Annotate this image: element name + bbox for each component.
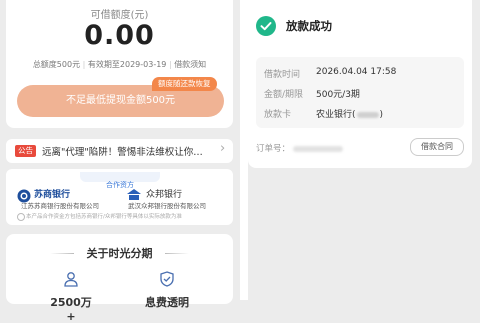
total-limit: 总额度500元 [32, 60, 81, 69]
left-screen: 可借额度(元) 0.00 总额度500元 | 有效期至2029-03-19 | … [0, 0, 240, 323]
right-screen: 放款成功 借款时间 2026.04.04 17:58 金额/期限 500元/3期… [248, 0, 480, 300]
about-stat-users: 2500万+ [50, 296, 92, 323]
limit-restore-badge: 额度随还款恢复 [152, 77, 217, 91]
credit-amount: 0.00 [84, 20, 155, 51]
bank2-logo [126, 187, 142, 201]
contract-button-label: 借款合同 [421, 142, 453, 151]
card-bank-name: 农业银行( [316, 110, 356, 120]
order-label-text: 订单号： [256, 144, 291, 154]
detail-value-amount: 500元/3期 [316, 90, 360, 100]
status-title: 放款成功 [286, 19, 332, 33]
partner-card: 合作资方 苏商银行 江苏苏商银行股份有限公司 众邦银行 武汉众邦银行股份有限公司… [6, 169, 233, 225]
valid-until: 有效期至2029-03-19 [87, 60, 167, 69]
details-panel: 借款时间 2026.04.04 17:58 金额/期限 500元/3期 放款卡 … [256, 57, 464, 128]
bank2-fullname: 武汉众邦银行股份有限公司 [128, 202, 206, 210]
card-number-redacted [356, 111, 379, 118]
about-divider-right [165, 253, 189, 254]
notice-text: 远离"代理"陷阱！警惕非法维权让你从维权... [42, 147, 212, 158]
credit-meta: 总额度500元 | 有效期至2029-03-19 | 借款须知 [32, 60, 207, 69]
order-label: 订单号： [256, 142, 343, 154]
loan-notice-link[interactable]: 借款须知 [174, 60, 206, 69]
detail-label-time: 借款时间 [264, 70, 301, 80]
card-suffix: ) [379, 110, 384, 120]
about-title: 关于时光分期 [86, 247, 153, 260]
notice-tag: 公告 [15, 145, 36, 157]
about-stat-fees: 息费透明 [145, 296, 189, 309]
contract-button[interactable]: 借款合同 [410, 138, 464, 156]
detail-label-amount: 金额/期限 [264, 90, 304, 100]
about-card: 关于时光分期 2500万+ 息费透明 [6, 234, 233, 323]
detail-value-time: 2026.04.04 17:58 [316, 67, 397, 77]
bank2-name: 众邦银行 [146, 190, 183, 200]
credit-card: 可借额度(元) 0.00 总额度500元 | 有效期至2029-03-19 | … [6, 0, 233, 128]
user-icon [63, 271, 79, 287]
loan-result-card: 放款成功 借款时间 2026.04.04 17:58 金额/期限 500元/3期… [248, 0, 472, 168]
chevron-right-icon: › [220, 141, 226, 156]
withdraw-button-label: 不足最低提现金额500元 [65, 95, 176, 106]
notice-bar[interactable]: 公告 远离"代理"陷阱！警惕非法维权让你从维权... › [6, 139, 233, 163]
info-icon [17, 213, 25, 221]
partner-header: 合作资方 [80, 172, 160, 189]
bank1-name: 苏商银行 [34, 190, 71, 200]
bank1-fullname: 江苏苏商银行股份有限公司 [21, 202, 99, 210]
partner-disclaimer: 本产品合作资金方包括苏商银行/众邦银行等具体以实际放款为准 [26, 214, 182, 220]
detail-value-card: 农业银行() [316, 107, 383, 120]
credit-label: 可借额度(元) [90, 10, 149, 21]
order-number-redacted [292, 145, 343, 152]
detail-label-card: 放款卡 [264, 110, 292, 120]
shield-check-icon [159, 271, 175, 287]
screen-divider [240, 0, 248, 300]
success-check-icon [256, 16, 276, 36]
